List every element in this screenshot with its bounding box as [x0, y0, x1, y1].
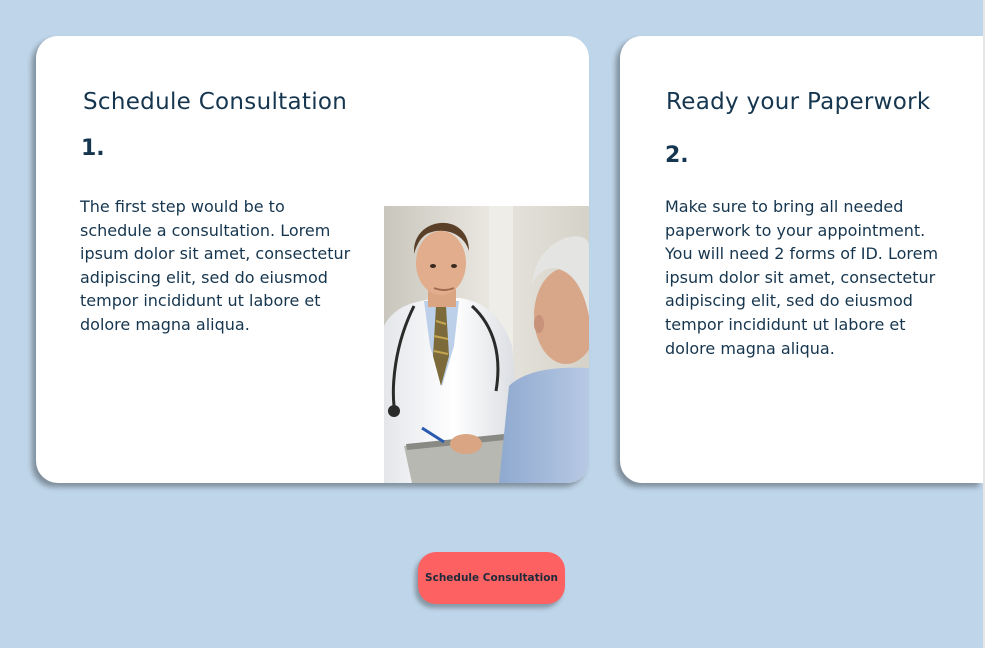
step-card-schedule: Schedule Consultation 1. The first step …	[36, 36, 589, 483]
step-number: 2.	[665, 143, 689, 168]
step-title: Schedule Consultation	[83, 89, 348, 115]
doctor-patient-photo	[384, 206, 589, 483]
step-description: The first step would be to schedule a co…	[80, 197, 351, 334]
schedule-consultation-button[interactable]: Schedule Consultation	[418, 552, 565, 604]
step-title: Ready your Paperwork	[666, 89, 931, 115]
step-number: 1.	[81, 136, 105, 161]
step-card-paperwork: Ready your Paperwork 2. Make sure to bri…	[620, 36, 983, 483]
step-description: Make sure to bring all needed paperwork …	[665, 197, 939, 358]
